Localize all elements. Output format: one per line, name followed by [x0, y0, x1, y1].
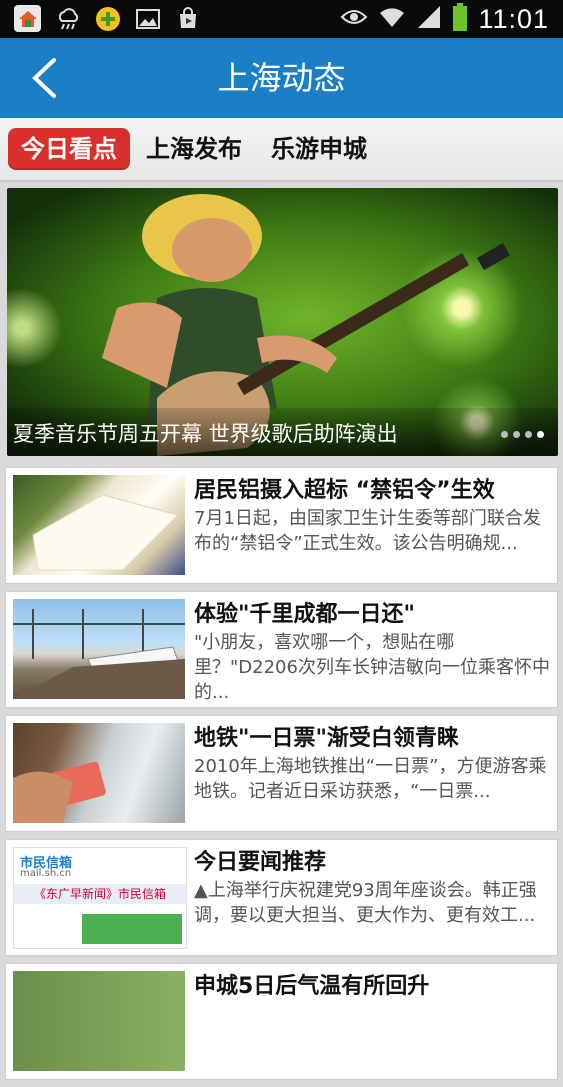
- store-icon: [174, 5, 201, 32]
- hero-title: 夏季音乐节周五开幕 世界级歌后助阵演出: [13, 422, 398, 446]
- news-thumbnail: 市民信箱 mail.sh.cn 《东广早新闻》市民信箱: [13, 847, 187, 949]
- tab-bar: 今日看点 上海发布 乐游申城: [0, 118, 563, 182]
- carousel-dot: [513, 431, 520, 438]
- news-thumbnail: [13, 723, 185, 823]
- tab-today-highlights[interactable]: 今日看点: [8, 128, 130, 170]
- mail-logo-url: mail.sh.cn: [20, 868, 72, 879]
- image-icon: [134, 5, 161, 32]
- carousel-dot: [501, 431, 508, 438]
- cloud-rain-icon: [54, 5, 81, 32]
- signal-icon: [416, 4, 442, 34]
- news-item[interactable]: 地铁"一日票"渐受白领青睐 2010年上海地铁推出“一日票”，方便游客乘地铁。记…: [5, 715, 558, 832]
- news-title: 今日要闻推荐: [194, 850, 327, 875]
- clock: 11:01: [478, 3, 549, 34]
- app-header: 上海动态: [0, 38, 563, 118]
- news-list: 居民铝摄入超标 “禁铝令”生效 7月1日起，由国家卫生计生委等部门联合发布的“禁…: [5, 467, 558, 1087]
- news-thumbnail: [13, 599, 185, 699]
- news-title: 体验"千里成都一日还": [194, 602, 415, 627]
- news-summary: 2010年上海地铁推出“一日票”，方便游客乘地铁。记者近日采访获悉，“一日票..…: [194, 756, 547, 802]
- carousel-dot: [525, 431, 532, 438]
- battery-icon: [452, 3, 468, 35]
- carousel-indicator: [501, 431, 544, 438]
- news-summary: 7月1日起，由国家卫生计生委等部门联合发布的“禁铝令”正式生效。该公告明确规..…: [194, 508, 541, 554]
- mail-green-block: [82, 914, 182, 944]
- news-title: 申城5日后气温有所回升: [194, 974, 430, 999]
- news-title: 地铁"一日票"渐受白领青睐: [194, 726, 459, 751]
- plus-circle-icon: [94, 5, 121, 32]
- news-thumbnail: [13, 971, 185, 1071]
- home-icon: [14, 5, 41, 32]
- wifi-icon: [378, 5, 406, 33]
- news-summary: "小朋友，喜欢哪一个，想贴在哪里？"D2206次列车长钟洁敏向一位乘客怀中的..…: [194, 632, 550, 703]
- page-title: 上海动态: [217, 59, 346, 97]
- news-item[interactable]: 居民铝摄入超标 “禁铝令”生效 7月1日起，由国家卫生计生委等部门联合发布的“禁…: [5, 467, 558, 584]
- eye-icon: [340, 7, 368, 31]
- hero-banner[interactable]: 夏季音乐节周五开幕 世界级歌后助阵演出: [7, 188, 558, 456]
- news-title: 居民铝摄入超标 “禁铝令”生效: [194, 478, 495, 503]
- carousel-dot-active: [537, 431, 544, 438]
- tab-shanghai-release[interactable]: 上海发布: [146, 128, 242, 170]
- news-item[interactable]: 体验"千里成都一日还" "小朋友，喜欢哪一个，想贴在哪里？"D2206次列车长钟…: [5, 591, 558, 708]
- tab-shanghai-tourism[interactable]: 乐游申城: [271, 128, 367, 170]
- news-item[interactable]: 市民信箱 mail.sh.cn 《东广早新闻》市民信箱 今日要闻推荐 ▲上海举行…: [5, 839, 558, 956]
- news-thumbnail: [13, 475, 185, 575]
- news-summary: ▲上海举行庆祝建党93周年座谈会。韩正强调，要以更大担当、更大作为、更有效工..…: [194, 880, 537, 926]
- mail-banner: 《东广早新闻》市民信箱: [14, 884, 186, 904]
- news-summary: [194, 1002, 554, 1077]
- status-bar: 11:01: [0, 0, 563, 38]
- news-item[interactable]: 申城5日后气温有所回升: [5, 963, 558, 1080]
